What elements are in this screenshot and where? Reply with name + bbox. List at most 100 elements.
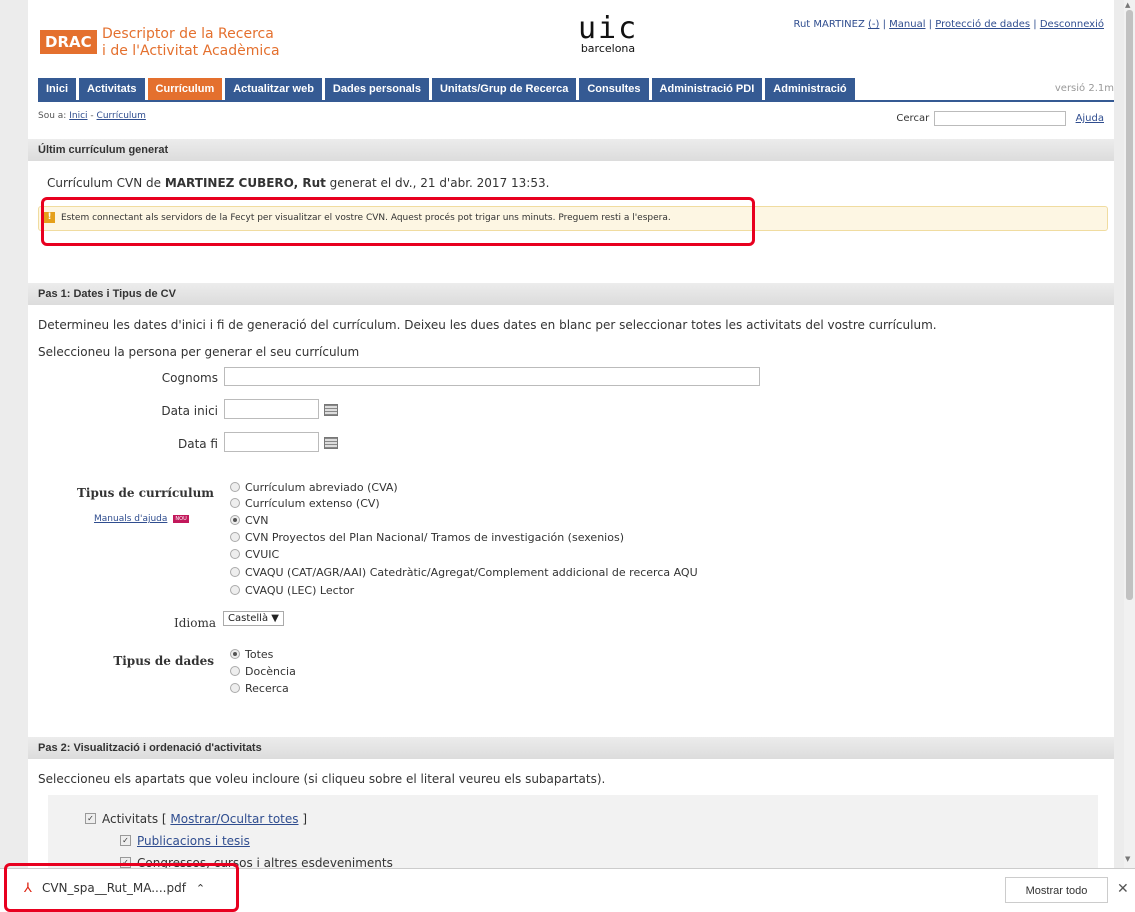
new-badge: NOU — [173, 514, 189, 523]
highlight-box-download — [4, 863, 239, 912]
help-link[interactable]: Ajuda — [1076, 113, 1104, 124]
surnames-label: Cognoms — [161, 371, 218, 385]
drac-logo[interactable]: DRAC — [40, 30, 97, 54]
radio-cvaqu-lec[interactable]: CVAQU (LEC) Lector — [230, 584, 354, 597]
radio-label: Recerca — [245, 682, 289, 695]
radio-label: CVN — [245, 514, 269, 527]
radio-label: Totes — [245, 648, 274, 661]
radio-label: Currículum abreviado (CVA) — [245, 481, 398, 494]
radio-recerca[interactable]: Recerca — [230, 682, 289, 695]
breadcrumb-home[interactable]: Inici — [69, 111, 87, 121]
radio-dot-selected[interactable] — [230, 649, 240, 659]
web-page: DRAC Descriptor de la Recerca i de l'Act… — [28, 0, 1114, 868]
main-nav: Inici Activitats Currículum Actualitzar … — [38, 78, 1114, 100]
tab-administracio-pdi[interactable]: Administració PDI — [651, 78, 763, 100]
tab-activitats[interactable]: Activitats — [79, 78, 145, 100]
search-input[interactable] — [934, 111, 1067, 126]
activities-label: Activitats — [102, 812, 159, 826]
uic-logo: uic barcelona — [578, 11, 639, 56]
end-date-label: Data fi — [177, 437, 218, 451]
highlight-box-alert — [41, 197, 755, 246]
privacy-link[interactable]: Protecció de dades — [935, 19, 1030, 30]
breadcrumb: Sou a: Inici - Currículum — [38, 111, 146, 121]
surnames-input[interactable] — [224, 367, 760, 386]
language-label: Idioma — [173, 616, 216, 630]
radio-label: CVAQU (LEC) Lector — [245, 584, 355, 597]
radio-cv[interactable]: Currículum extenso (CV) — [230, 497, 380, 510]
start-date-label: Data inici — [161, 404, 218, 418]
publications-link[interactable]: Publicacions i tesis — [137, 834, 250, 848]
radio-dot[interactable] — [230, 666, 240, 676]
checkbox-publications[interactable]: ✓ Publicacions i tesis — [120, 834, 250, 848]
language-value: Castellà — [228, 613, 269, 624]
data-type-label: Tipus de dades — [113, 654, 214, 668]
logout-link[interactable]: Desconnexió — [1040, 19, 1104, 30]
radio-dot[interactable] — [230, 482, 240, 492]
radio-totes[interactable]: Totes — [230, 648, 273, 661]
radio-cvaqu-cat[interactable]: CVAQU (CAT/AGR/AAI) Catedràtic/Agregat/C… — [230, 566, 698, 579]
scroll-up-icon[interactable]: ▲ — [1125, 1, 1130, 9]
radio-dot[interactable] — [230, 683, 240, 693]
radio-cvn-plan-nacional[interactable]: CVN Proyectos del Plan Nacional/ Tramos … — [230, 531, 624, 544]
calendar-icon[interactable] — [324, 437, 338, 449]
checkbox-icon[interactable]: ✓ — [85, 813, 96, 824]
start-date-input[interactable] — [224, 399, 319, 419]
radio-dot[interactable] — [230, 532, 240, 542]
tab-administracio[interactable]: Administració — [765, 78, 855, 100]
radio-label: CVN Proyectos del Plan Nacional/ Tramos … — [245, 531, 624, 544]
drac-title: Descriptor de la Recerca i de l'Activita… — [102, 26, 280, 60]
step2-intro: Seleccioneu els apartats que voleu inclo… — [38, 772, 606, 786]
tab-unitats-grup[interactable]: Unitats/Grup de Recerca — [431, 78, 577, 100]
toggle-all-link[interactable]: Mostrar/Ocultar totes — [170, 812, 298, 826]
last-cv-suffix: generat el dv., 21 d'abr. 2017 13:53. — [325, 176, 550, 190]
scroll-thumb[interactable] — [1126, 10, 1133, 600]
radio-label: Docència — [245, 665, 296, 678]
radio-cvn[interactable]: CVN — [230, 514, 268, 527]
radio-label: CVUIC — [245, 548, 280, 561]
tab-actualitzar-web[interactable]: Actualitzar web — [225, 78, 322, 100]
breadcrumb-separator: - — [90, 111, 94, 121]
radio-cva[interactable]: Currículum abreviado (CVA) — [230, 481, 398, 494]
search-area: Cercar Ajuda — [896, 111, 1104, 126]
nav-underline — [38, 100, 1114, 102]
calendar-icon[interactable] — [324, 404, 338, 416]
radio-label: CVAQU (CAT/AGR/AAI) Catedràtic/Agregat/C… — [245, 566, 698, 579]
help-manuals-link[interactable]: Manuals d'ajuda — [94, 514, 167, 524]
last-cv-heading: Últim currículum generat — [28, 139, 1114, 161]
show-all-button[interactable]: Mostrar todo — [1005, 877, 1108, 903]
tab-dades-personals[interactable]: Dades personals — [324, 78, 429, 100]
radio-dot[interactable] — [230, 567, 240, 577]
tab-inici[interactable]: Inici — [38, 78, 77, 100]
user-name: Rut MARTINEZ — [793, 19, 865, 30]
tab-curriculum[interactable]: Currículum — [147, 78, 223, 100]
language-select[interactable]: Castellà ▼ — [223, 611, 284, 626]
version-label: versió 2.1m — [1054, 83, 1114, 94]
manual-link[interactable]: Manual — [889, 19, 925, 30]
step1-intro: Determineu les dates d'inici i fi de gen… — [38, 318, 937, 332]
last-cv-prefix: Currículum CVN de — [47, 176, 165, 190]
radio-dot-selected[interactable] — [230, 515, 240, 525]
radio-cvuic[interactable]: CVUIC — [230, 548, 279, 561]
close-icon[interactable]: ✕ — [1117, 881, 1129, 897]
radio-dot[interactable] — [230, 498, 240, 508]
help-manuals: Manuals d'ajuda NOU — [94, 514, 189, 524]
page-scrollbar[interactable]: ▲ ▼ — [1124, 0, 1135, 868]
search-label: Cercar — [896, 113, 930, 124]
radio-dot[interactable] — [230, 585, 240, 595]
step2-heading: Pas 2: Visualització i ordenació d'activ… — [28, 737, 1114, 759]
tab-consultes[interactable]: Consultes — [579, 78, 649, 100]
scroll-down-icon[interactable]: ▼ — [1125, 855, 1130, 863]
drac-title-line1: Descriptor de la Recerca — [102, 26, 274, 42]
uic-logo-text: uic — [578, 11, 639, 46]
user-action-link[interactable]: (-) — [868, 19, 879, 30]
checkbox-icon[interactable]: ✓ — [120, 835, 131, 846]
breadcrumb-prefix: Sou a: — [38, 111, 67, 121]
radio-dot[interactable] — [230, 549, 240, 559]
radio-docencia[interactable]: Docència — [230, 665, 296, 678]
uic-logo-subtext: barcelona — [580, 42, 636, 55]
last-cv-person: MARTINEZ CUBERO, Rut — [164, 176, 326, 190]
checkbox-activities[interactable]: ✓ Activitats [ Mostrar/Ocultar totes ] — [85, 812, 307, 826]
cv-type-label: Tipus de currículum — [77, 486, 214, 500]
end-date-input[interactable] — [224, 432, 319, 452]
breadcrumb-current[interactable]: Currículum — [97, 111, 146, 121]
